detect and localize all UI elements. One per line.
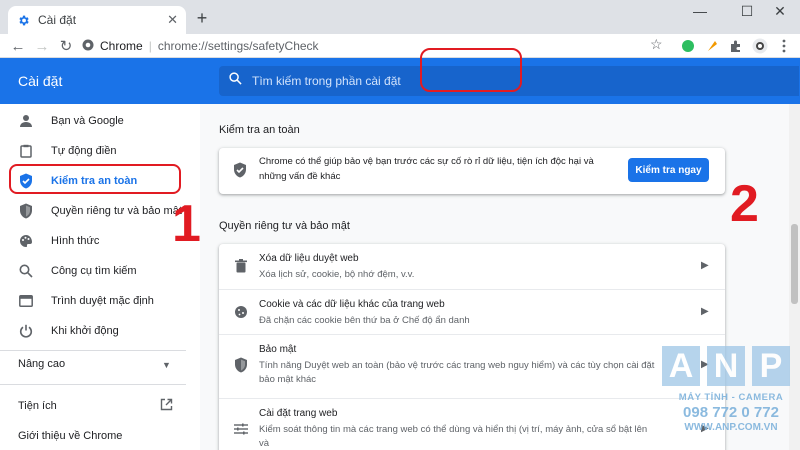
watermark-letters: A N P — [662, 346, 797, 386]
section-title-safety-check: Kiểm tra an toàn — [219, 124, 300, 136]
privacy-row-security[interactable]: Bảo mật Tính năng Duyệt web an toàn (bảo… — [219, 334, 725, 398]
watermark-website: WWW.ANP.COM.VN — [684, 422, 778, 433]
row-title: Cài đặt trang web — [259, 408, 338, 419]
sidebar-item-on-startup[interactable]: Khi khởi động — [0, 316, 200, 346]
reload-icon[interactable]: ↻ — [56, 36, 76, 56]
tab-close-icon[interactable]: ✕ — [167, 12, 178, 28]
settings-header: Cài đặt — [0, 58, 800, 104]
minimize-button[interactable]: — — [680, 0, 720, 22]
sidebar-item-label: Khi khởi động — [51, 325, 119, 337]
anp-watermark-logo: A N P MÁY TÍNH - CAMERA 098 772 0 772 WW… — [662, 340, 800, 450]
browser-toolbar: ← → ↻ Chrome | chrome://settings/safetyC… — [0, 34, 800, 58]
settings-gear-icon — [16, 13, 30, 27]
evernote-extension-icon[interactable] — [679, 37, 697, 55]
privacy-card: Xóa dữ liệu duyệt web Xóa lịch sử, cooki… — [219, 244, 725, 450]
safety-check-description: Chrome có thể giúp bảo vệ bạn trước các … — [259, 156, 594, 182]
section-title-privacy: Quyền riêng tư và bảo mật — [219, 220, 350, 232]
trash-icon — [233, 258, 249, 274]
tab-strip: Cài đặt ✕ + — ☐ ✕ — [0, 0, 800, 34]
row-title: Xóa dữ liệu duyệt web — [259, 253, 359, 264]
sidebar-item-label: Quyền riêng tư và bảo mật — [51, 205, 182, 217]
row-title: Bảo mật — [259, 344, 297, 355]
chevron-right-icon: ▶ — [701, 306, 709, 317]
page-title: Cài đặt — [18, 73, 63, 89]
sidebar-extensions[interactable]: Tiện ích — [18, 400, 57, 412]
tab-title: Cài đặt — [38, 13, 77, 27]
sidebar-divider — [0, 350, 186, 351]
sidebar-divider — [0, 384, 186, 385]
shield-check-icon — [233, 162, 247, 183]
sidebar-item-appearance[interactable]: Hình thức — [0, 226, 200, 256]
clipboard-icon — [18, 143, 34, 159]
row-description: Tính năng Duyệt web an toàn (bảo vệ trướ… — [259, 360, 655, 385]
palette-icon — [18, 233, 34, 249]
watermark-letter: A — [662, 346, 700, 386]
watermark-phone: 098 772 0 772 — [683, 404, 779, 421]
cookie-icon — [233, 304, 249, 320]
browser-icon — [18, 293, 34, 309]
close-window-button[interactable]: ✕ — [760, 0, 800, 22]
shield-icon — [18, 203, 34, 219]
row-description: Xóa lịch sử, cookie, bộ nhớ đệm, v.v. — [259, 269, 415, 280]
watermark-letter: N — [707, 346, 745, 386]
sidebar: Bạn và Google Tự động điền Kiểm tra an t… — [0, 104, 200, 450]
row-description: Kiểm soát thông tin mà các trang web có … — [259, 424, 648, 449]
scrollbar-thumb[interactable] — [791, 224, 798, 304]
sidebar-item-search-engine[interactable]: Công cụ tìm kiếm — [0, 256, 200, 286]
back-icon[interactable]: ← — [8, 36, 28, 56]
watermark-letter: P — [752, 346, 790, 386]
menu-kebab-icon[interactable] — [775, 37, 793, 55]
sidebar-item-label: Công cụ tìm kiếm — [51, 265, 137, 277]
open-in-new-icon[interactable] — [160, 398, 173, 416]
annotation-step-1: 1 — [172, 195, 201, 253]
row-title: Cookie và các dữ liệu khác của trang web — [259, 299, 445, 310]
sidebar-item-label: Hình thức — [51, 235, 100, 247]
sidebar-item-label: Tự động điền — [51, 145, 117, 157]
screen: Cài đặt ✕ + — ☐ ✕ ← → ↻ Chrome | chrome:… — [0, 0, 800, 450]
power-icon — [18, 323, 34, 339]
sidebar-about-chrome[interactable]: Giới thiệu về Chrome — [18, 430, 122, 442]
forward-icon[interactable]: → — [32, 36, 52, 56]
feather-extension-icon[interactable] — [703, 37, 721, 55]
sidebar-item-privacy[interactable]: Quyền riêng tư và bảo mật — [0, 196, 200, 226]
omnibox-site: Chrome — [100, 39, 143, 53]
omnibox-url: chrome://settings/safetyCheck — [157, 39, 319, 53]
sliders-icon — [233, 421, 249, 437]
profile-avatar-icon[interactable] — [751, 37, 769, 55]
shield-icon — [233, 357, 249, 373]
sidebar-advanced[interactable]: Nâng cao — [18, 358, 65, 370]
chrome-logo-icon — [82, 39, 94, 54]
search-icon — [18, 263, 34, 279]
safety-check-card: Chrome có thể giúp bảo vệ bạn trước các … — [219, 148, 725, 194]
person-icon — [18, 113, 34, 129]
privacy-row-clear-data[interactable]: Xóa dữ liệu duyệt web Xóa lịch sử, cooki… — [219, 244, 725, 289]
watermark-subtitle: MÁY TÍNH - CAMERA — [678, 392, 784, 403]
search-icon — [229, 72, 242, 90]
browser-tab[interactable]: Cài đặt ✕ — [8, 6, 186, 34]
safety-check-row: Chrome có thể giúp bảo vệ bạn trước các … — [219, 148, 725, 192]
sidebar-item-you-and-google[interactable]: Bạn và Google — [0, 106, 200, 136]
annotation-highlight-safety-nav — [9, 164, 181, 194]
chevron-right-icon: ▶ — [701, 260, 709, 271]
sidebar-item-autofill[interactable]: Tự động điền — [0, 136, 200, 166]
annotation-step-2: 2 — [730, 175, 759, 233]
chevron-down-icon[interactable]: ▼ — [162, 360, 171, 370]
puzzle-extensions-icon[interactable] — [727, 37, 745, 55]
annotation-highlight-check-button — [420, 48, 522, 92]
privacy-row-cookies[interactable]: Cookie và các dữ liệu khác của trang web… — [219, 289, 725, 334]
sidebar-item-label: Trình duyệt mặc định — [51, 295, 154, 307]
new-tab-button[interactable]: + — [192, 8, 212, 28]
privacy-row-site-settings[interactable]: Cài đặt trang web Kiểm soát thông tin mà… — [219, 398, 725, 450]
address-bar[interactable]: Chrome | chrome://settings/safetyCheck — [82, 35, 672, 57]
sidebar-item-default-browser[interactable]: Trình duyệt mặc định — [0, 286, 200, 316]
omnibox-separator: | — [148, 39, 152, 53]
check-now-button[interactable]: Kiểm tra ngay — [628, 158, 709, 182]
sidebar-item-label: Bạn và Google — [51, 115, 124, 127]
row-description: Đã chặn các cookie bên thứ ba ở Chế độ ẩ… — [259, 315, 470, 326]
bookmark-star-icon[interactable]: ☆ — [650, 36, 663, 53]
